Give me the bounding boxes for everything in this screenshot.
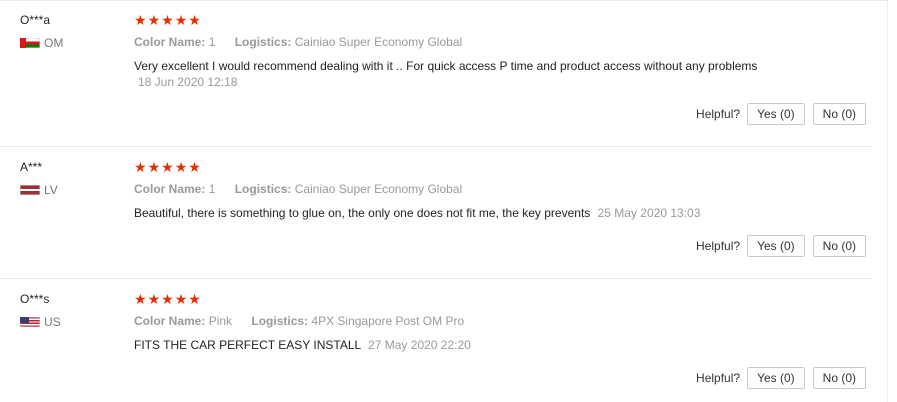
review-item: A*** LV ★★★★★ Color Name: 1 Logistics: C… (0, 148, 872, 279)
reviewer-info: O***a OM (20, 13, 120, 50)
color-name-label: Color Name: (134, 182, 206, 196)
country-code: US (44, 315, 61, 329)
helpful-yes-button[interactable]: Yes (0) (747, 367, 805, 389)
reviewer-country: LV (20, 183, 120, 197)
helpful-vote: Helpful? Yes (0) No (0) (696, 235, 866, 257)
review-date: 18 Jun 2020 12:18 (138, 75, 238, 89)
reviewer-country: OM (20, 36, 120, 50)
star-icon: ★ (147, 159, 162, 175)
helpful-yes-button[interactable]: Yes (0) (747, 103, 805, 125)
country-code: LV (44, 183, 58, 197)
color-name-label: Color Name: (134, 314, 206, 328)
logistics-value: Cainiao Super Economy Global (294, 35, 463, 49)
review-date: 25 May 2020 13:03 (597, 206, 701, 220)
star-icon: ★ (174, 12, 189, 28)
helpful-no-button[interactable]: No (0) (812, 235, 866, 257)
review-meta: Color Name: 1 Logistics: Cainiao Super E… (134, 182, 774, 196)
star-icon: ★ (188, 12, 202, 28)
right-divider (887, 0, 888, 402)
color-name-label: Color Name: (134, 35, 206, 49)
star-icon: ★ (174, 291, 189, 307)
star-icon: ★ (188, 159, 202, 175)
review-text-block: Beautiful, there is something to glue on… (134, 205, 774, 221)
star-icon: ★ (161, 291, 175, 307)
color-name-value: 1 (208, 182, 216, 196)
star-icon: ★ (174, 159, 189, 175)
review-text-block: FITS THE CAR PERFECT EASY INSTALL 27 May… (134, 337, 774, 353)
logistics-value: Cainiao Super Economy Global (294, 182, 463, 196)
usa-flag-icon (20, 317, 40, 327)
reviewer-info: O***s US (20, 292, 120, 329)
reviewer-name: O***a (20, 13, 51, 27)
star-rating: ★★★★★ (134, 13, 774, 27)
review-text-block: Very excellent I would recommend dealing… (134, 58, 774, 90)
star-icon: ★ (161, 159, 175, 175)
review-text: FITS THE CAR PERFECT EASY INSTALL (134, 338, 361, 352)
star-icon: ★ (134, 159, 148, 175)
reviewer-country: US (20, 315, 120, 329)
logistics-label: Logistics: (234, 182, 292, 196)
star-rating: ★★★★★ (134, 292, 774, 306)
helpful-label: Helpful? (696, 239, 741, 253)
helpful-no-button[interactable]: No (0) (812, 103, 866, 125)
star-icon: ★ (147, 291, 162, 307)
review-date: 27 May 2020 22:20 (368, 338, 471, 352)
review-item: O***s US ★★★★★ Color Name: Pink Logistic… (0, 280, 872, 402)
helpful-label: Helpful? (696, 371, 741, 385)
review-content: ★★★★★ Color Name: 1 Logistics: Cainiao S… (134, 160, 774, 221)
star-icon: ★ (147, 12, 162, 28)
logistics-label: Logistics: (234, 35, 292, 49)
review-text: Beautiful, there is something to glue on… (134, 206, 591, 220)
color-name-value: 1 (208, 35, 216, 49)
star-icon: ★ (188, 291, 202, 307)
star-icon: ★ (134, 291, 148, 307)
review-meta: Color Name: 1 Logistics: Cainiao Super E… (134, 35, 774, 49)
reviewer-name: A*** (20, 160, 43, 174)
reviewer-info: A*** LV (20, 160, 120, 197)
review-content: ★★★★★ Color Name: 1 Logistics: Cainiao S… (134, 13, 774, 90)
helpful-vote: Helpful? Yes (0) No (0) (696, 367, 866, 389)
oman-flag-icon (20, 38, 40, 48)
star-icon: ★ (161, 12, 175, 28)
helpful-no-button[interactable]: No (0) (812, 367, 866, 389)
logistics-label: Logistics: (251, 314, 309, 328)
reviewer-name: O***s (20, 292, 50, 306)
latvia-flag-icon (20, 185, 40, 195)
logistics-value: 4PX Singapore Post OM Pro (311, 314, 465, 328)
review-content: ★★★★★ Color Name: Pink Logistics: 4PX Si… (134, 292, 774, 353)
review-text: Very excellent I would recommend dealing… (134, 59, 758, 73)
color-name-value: Pink (208, 314, 233, 328)
review-meta: Color Name: Pink Logistics: 4PX Singapor… (134, 314, 774, 328)
star-rating: ★★★★★ (134, 160, 774, 174)
helpful-vote: Helpful? Yes (0) No (0) (696, 103, 866, 125)
helpful-yes-button[interactable]: Yes (0) (747, 235, 805, 257)
country-code: OM (44, 36, 64, 50)
review-item: O***a OM ★★★★★ Color Name: 1 Logistics: … (0, 1, 872, 147)
star-icon: ★ (134, 12, 148, 28)
helpful-label: Helpful? (696, 107, 741, 121)
